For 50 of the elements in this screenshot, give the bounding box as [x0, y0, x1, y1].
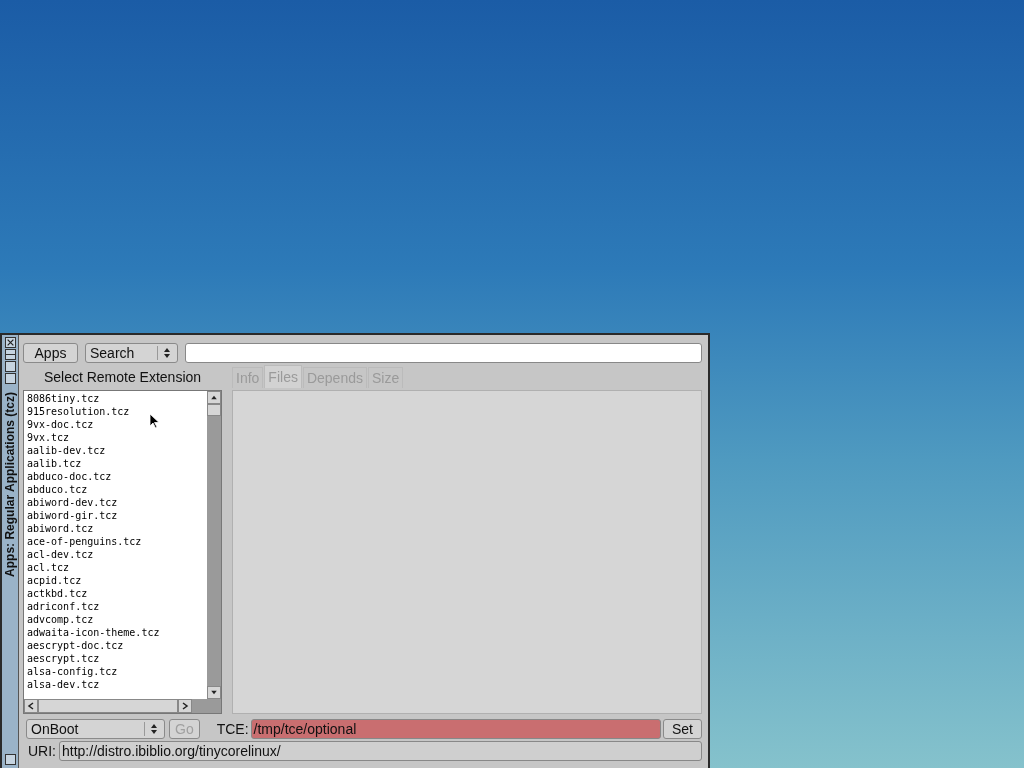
search-field[interactable]: [185, 343, 702, 363]
extension-item[interactable]: 9vx.tcz: [27, 431, 207, 444]
extension-item[interactable]: actkbd.tcz: [27, 587, 207, 600]
minimize-icon[interactable]: [4, 349, 16, 360]
horizontal-scrollbar[interactable]: [24, 699, 221, 713]
extension-item[interactable]: aalib-dev.tcz: [27, 444, 207, 457]
extension-item[interactable]: 9vx-doc.tcz: [27, 418, 207, 431]
scroll-thumb[interactable]: [207, 404, 221, 416]
extension-item[interactable]: 915resolution.tcz: [27, 405, 207, 418]
tce-label: TCE:: [216, 721, 249, 737]
search-select[interactable]: Search: [85, 343, 178, 363]
apps-button[interactable]: Apps: [23, 343, 78, 363]
mode-select[interactable]: OnBoot: [26, 719, 165, 739]
extension-item[interactable]: abiword-gir.tcz: [27, 509, 207, 522]
extension-item[interactable]: acl.tcz: [27, 561, 207, 574]
extension-item[interactable]: acpid.tcz: [27, 574, 207, 587]
up-down-arrows-icon: [144, 722, 160, 736]
list-heading: Select Remote Extension: [42, 368, 203, 387]
scroll-left-icon[interactable]: [24, 699, 38, 713]
scroll-thumb[interactable]: [38, 699, 178, 713]
close-icon[interactable]: [4, 337, 16, 348]
extension-item[interactable]: 8086tiny.tcz: [27, 392, 207, 405]
extension-item[interactable]: abiword.tcz: [27, 522, 207, 535]
uri-label: URI:: [28, 743, 56, 759]
extension-item[interactable]: aescrypt.tcz: [27, 652, 207, 665]
mouse-pointer-icon: [150, 414, 160, 429]
maximize-icon[interactable]: [4, 361, 16, 372]
vertical-scrollbar[interactable]: [207, 391, 221, 699]
scroll-up-icon[interactable]: [207, 391, 221, 404]
shade-icon[interactable]: [4, 754, 16, 765]
tce-field[interactable]: /tmp/tce/optional: [250, 719, 661, 739]
extension-item[interactable]: adwaita-icon-theme.tcz: [27, 626, 207, 639]
extension-item[interactable]: advcomp.tcz: [27, 613, 207, 626]
extension-item[interactable]: acl-dev.tcz: [27, 548, 207, 561]
extension-item[interactable]: abiword-dev.tcz: [27, 496, 207, 509]
scroll-down-icon[interactable]: [207, 686, 221, 699]
uri-field[interactable]: http://distro.ibiblio.org/tinycorelinux/: [59, 741, 702, 761]
extension-item[interactable]: abduco-doc.tcz: [27, 470, 207, 483]
extension-item[interactable]: alsa-config.tcz: [27, 665, 207, 678]
up-down-arrows-icon: [157, 346, 173, 360]
extension-item[interactable]: aescrypt-doc.tcz: [27, 639, 207, 652]
window-title: Apps: Regular Applications (tcz): [3, 392, 17, 577]
extension-item[interactable]: ace-of-penguins.tcz: [27, 535, 207, 548]
restore-icon[interactable]: [4, 373, 16, 384]
extension-item[interactable]: adriconf.tcz: [27, 600, 207, 613]
set-button[interactable]: Set: [663, 719, 702, 739]
scroll-right-icon[interactable]: [178, 699, 192, 713]
extension-item[interactable]: aalib.tcz: [27, 457, 207, 470]
extension-item[interactable]: alsa-dev.tcz: [27, 678, 207, 691]
extension-item[interactable]: abduco.tcz: [27, 483, 207, 496]
